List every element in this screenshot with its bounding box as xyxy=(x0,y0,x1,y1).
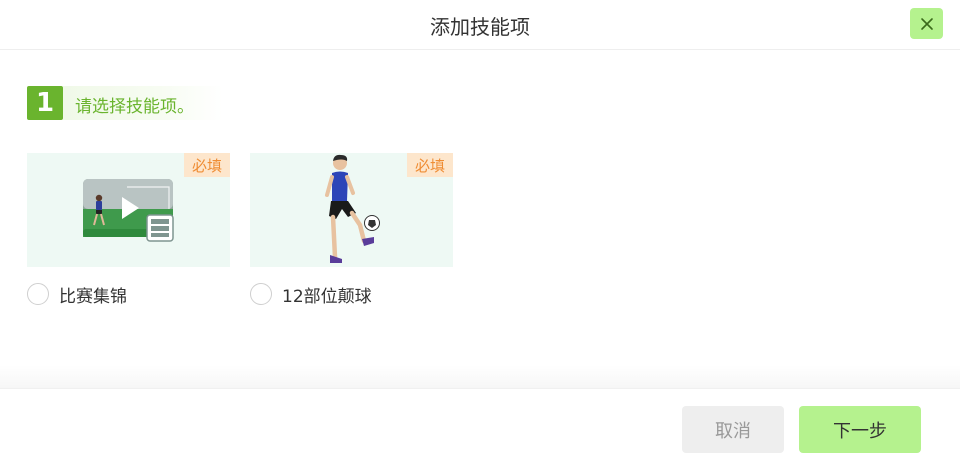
step-label: 请选择技能项。 xyxy=(75,97,194,117)
required-badge: 必填 xyxy=(184,153,230,177)
skill-thumbnail[interactable]: 必填 xyxy=(27,153,230,267)
skill-card-highlights[interactable]: 必填 比赛集锦 xyxy=(27,153,230,311)
footer-divider xyxy=(0,388,960,389)
close-button[interactable] xyxy=(910,8,943,39)
step-number: 1 xyxy=(27,86,63,120)
next-step-button[interactable]: 下一步 xyxy=(799,406,921,453)
skill-thumbnail[interactable]: 必填 xyxy=(250,153,453,267)
required-badge: 必填 xyxy=(407,153,453,177)
skill-label: 12部位颠球 xyxy=(282,287,372,307)
skill-label: 比赛集锦 xyxy=(59,287,127,307)
close-icon xyxy=(920,17,933,30)
dialog-header: 添加技能项 xyxy=(0,0,960,50)
cancel-button[interactable]: 取消 xyxy=(682,406,784,453)
step-label-bar: 请选择技能项。 xyxy=(63,86,223,120)
skill-option[interactable]: 比赛集锦 xyxy=(27,281,230,311)
dialog-title: 添加技能项 xyxy=(430,15,530,39)
radio-button[interactable] xyxy=(27,283,49,305)
radio-button[interactable] xyxy=(250,283,272,305)
footer-shadow xyxy=(0,365,960,389)
skill-card-juggling[interactable]: 必填 12部位颠球 xyxy=(250,153,453,311)
skill-option[interactable]: 12部位颠球 xyxy=(250,281,453,311)
